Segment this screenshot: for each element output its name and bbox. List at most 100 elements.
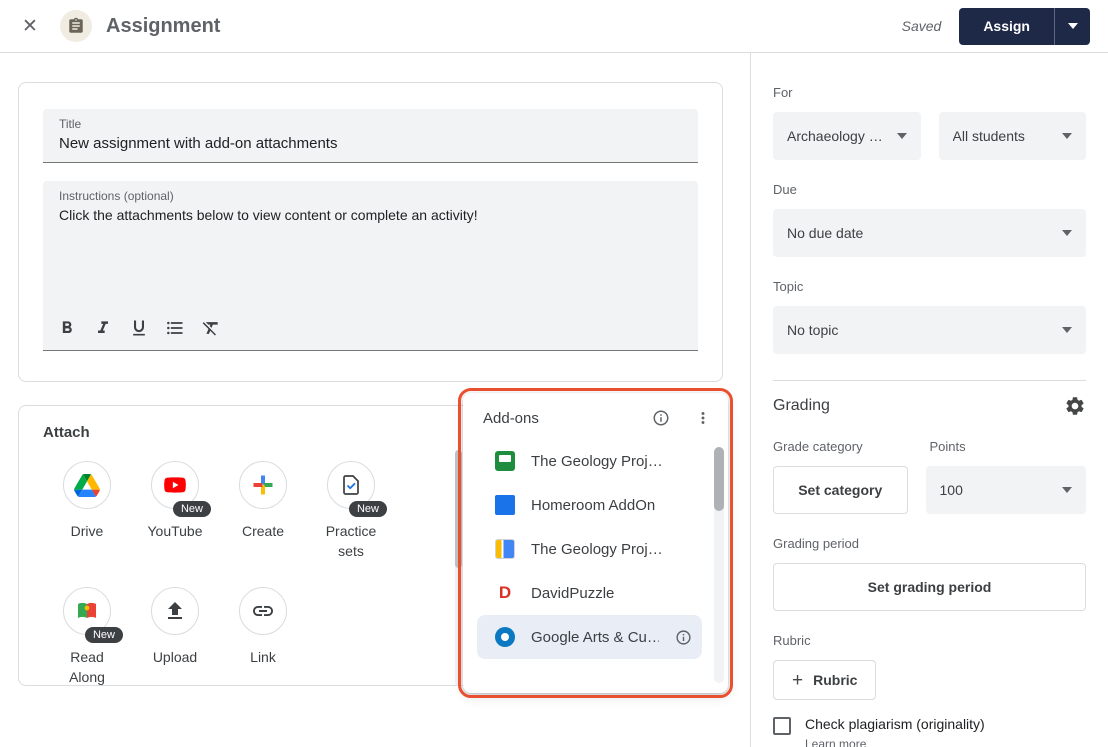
title-field-label: Title xyxy=(59,117,682,131)
new-badge: New xyxy=(85,627,123,643)
addon-label: DavidPuzzle xyxy=(531,585,614,602)
instructions-text[interactable]: Instructions (optional) Click the attach… xyxy=(43,181,698,310)
plagiarism-row: Check plagiarism (originality) Learn mor… xyxy=(773,716,1086,747)
attach-link-button[interactable]: Link xyxy=(219,587,307,687)
set-grading-period-button[interactable]: Set grading period xyxy=(773,563,1086,611)
instructions-field[interactable]: Instructions (optional) Click the attach… xyxy=(43,181,698,351)
grading-heading: Grading xyxy=(773,397,830,415)
scrollbar-thumb[interactable] xyxy=(714,447,724,511)
class-select-value: Archaeology … xyxy=(787,128,883,144)
addon-item-geology-project-2[interactable]: The Geology Proj… xyxy=(463,527,728,571)
chevron-down-icon xyxy=(1068,23,1078,29)
plagiarism-checkbox[interactable] xyxy=(773,717,791,735)
attach-label: Practice sets xyxy=(315,521,387,561)
plus-icon: + xyxy=(792,671,803,690)
topic-select[interactable]: No topic xyxy=(773,306,1086,354)
attach-label: Drive xyxy=(71,521,104,541)
addons-list: The Geology Proj… Homeroom AddOn The Geo… xyxy=(463,435,728,659)
attach-youtube-button[interactable]: New YouTube xyxy=(131,461,219,561)
davidpuzzle-icon: D xyxy=(495,583,515,603)
attach-label: Upload xyxy=(153,647,197,667)
grading-header: Grading xyxy=(773,395,1086,417)
addon-item-homeroom-addon[interactable]: Homeroom AddOn xyxy=(463,483,728,527)
rubric-label: Rubric xyxy=(773,633,1086,648)
chevron-down-icon xyxy=(897,133,907,139)
close-icon[interactable]: ✕ xyxy=(16,12,44,40)
students-select-value: All students xyxy=(953,128,1025,144)
assign-button[interactable]: Assign xyxy=(959,8,1054,45)
assignment-clipboard-icon xyxy=(67,17,85,35)
grade-category-points-row: Set category 100 xyxy=(773,466,1086,514)
for-row: Archaeology … All students xyxy=(773,112,1086,160)
points-value: 100 xyxy=(940,482,963,498)
assign-split-button: Assign xyxy=(959,8,1090,45)
plagiarism-label: Check plagiarism (originality) xyxy=(805,716,985,732)
attach-label: YouTube xyxy=(147,521,202,541)
settings-sidebar: For Archaeology … All students Due No du… xyxy=(750,53,1108,747)
class-select[interactable]: Archaeology … xyxy=(773,112,921,160)
addons-title: Add-ons xyxy=(483,410,539,427)
scrollbar-thumb[interactable] xyxy=(455,450,462,568)
due-label: Due xyxy=(773,182,1086,197)
italic-icon[interactable] xyxy=(89,314,117,342)
addon-item-google-arts-culture[interactable]: Google Arts & Cu… xyxy=(477,615,702,659)
grade-category-points-labels: Grade category Points xyxy=(773,439,1086,454)
bold-icon[interactable] xyxy=(53,314,81,342)
homeroom-addon-icon xyxy=(495,495,515,515)
chevron-down-icon xyxy=(1062,327,1072,333)
bulleted-list-icon[interactable] xyxy=(161,314,189,342)
instructions-field-value[interactable]: Click the attachments below to view cont… xyxy=(59,207,682,223)
points-select[interactable]: 100 xyxy=(926,466,1087,514)
info-icon[interactable] xyxy=(675,629,692,646)
info-icon[interactable] xyxy=(652,409,670,427)
assignment-editor-page: ✕ Assignment Saved Assign Title New assi… xyxy=(0,0,1108,747)
attach-circle: New xyxy=(327,461,375,509)
addon-label: Google Arts & Cu… xyxy=(531,629,659,646)
addons-header: Add-ons xyxy=(463,393,728,435)
attach-label: Read Along xyxy=(51,647,123,687)
add-rubric-button[interactable]: + Rubric xyxy=(773,660,876,700)
title-field[interactable]: Title New assignment with add-on attachm… xyxy=(43,109,698,163)
settings-gear-icon[interactable] xyxy=(1064,395,1086,417)
more-vert-icon[interactable] xyxy=(694,409,712,427)
grading-period-label: Grading period xyxy=(773,536,1086,551)
attach-circle xyxy=(63,461,111,509)
attach-circle xyxy=(239,587,287,635)
students-select[interactable]: All students xyxy=(939,112,1087,160)
topic-label: Topic xyxy=(773,279,1086,294)
topbar-actions: Saved Assign xyxy=(902,8,1090,45)
for-label: For xyxy=(773,85,1086,100)
divider xyxy=(773,380,1086,381)
format-toolbar xyxy=(43,310,698,350)
attach-read-along-button[interactable]: New Read Along xyxy=(43,587,131,687)
new-badge: New xyxy=(173,501,211,517)
page-title: Assignment xyxy=(106,15,220,38)
attach-practice-sets-button[interactable]: New Practice sets xyxy=(307,461,395,561)
attach-create-button[interactable]: Create xyxy=(219,461,307,561)
addon-item-geology-project-1[interactable]: The Geology Proj… xyxy=(463,439,728,483)
set-category-button[interactable]: Set category xyxy=(773,466,908,514)
due-date-select[interactable]: No due date xyxy=(773,209,1086,257)
grade-category-label: Grade category xyxy=(773,439,930,454)
attach-drive-button[interactable]: Drive xyxy=(43,461,131,561)
underline-icon[interactable] xyxy=(125,314,153,342)
google-arts-culture-icon xyxy=(495,627,515,647)
addon-label: Homeroom AddOn xyxy=(531,497,655,514)
attach-panel-scrollbar[interactable] xyxy=(455,450,462,686)
attach-upload-button[interactable]: Upload xyxy=(131,587,219,687)
attach-circle xyxy=(239,461,287,509)
points-label: Points xyxy=(930,439,1087,454)
topic-value: No topic xyxy=(787,322,838,338)
assign-dropdown-button[interactable] xyxy=(1054,8,1090,45)
practice-sets-icon xyxy=(339,473,363,497)
learn-more-link[interactable]: Learn more xyxy=(805,737,985,747)
attach-circle: New xyxy=(151,461,199,509)
title-field-value[interactable]: New assignment with add-on attachments xyxy=(59,135,682,152)
clear-formatting-icon[interactable] xyxy=(197,314,225,342)
addon-label: The Geology Proj… xyxy=(531,453,663,470)
due-date-value: No due date xyxy=(787,225,863,241)
rubric-button-label: Rubric xyxy=(813,672,857,688)
addons-scrollbar[interactable] xyxy=(714,447,724,683)
attach-circle: New xyxy=(63,587,111,635)
addon-item-davidpuzzle[interactable]: D DavidPuzzle xyxy=(463,571,728,615)
